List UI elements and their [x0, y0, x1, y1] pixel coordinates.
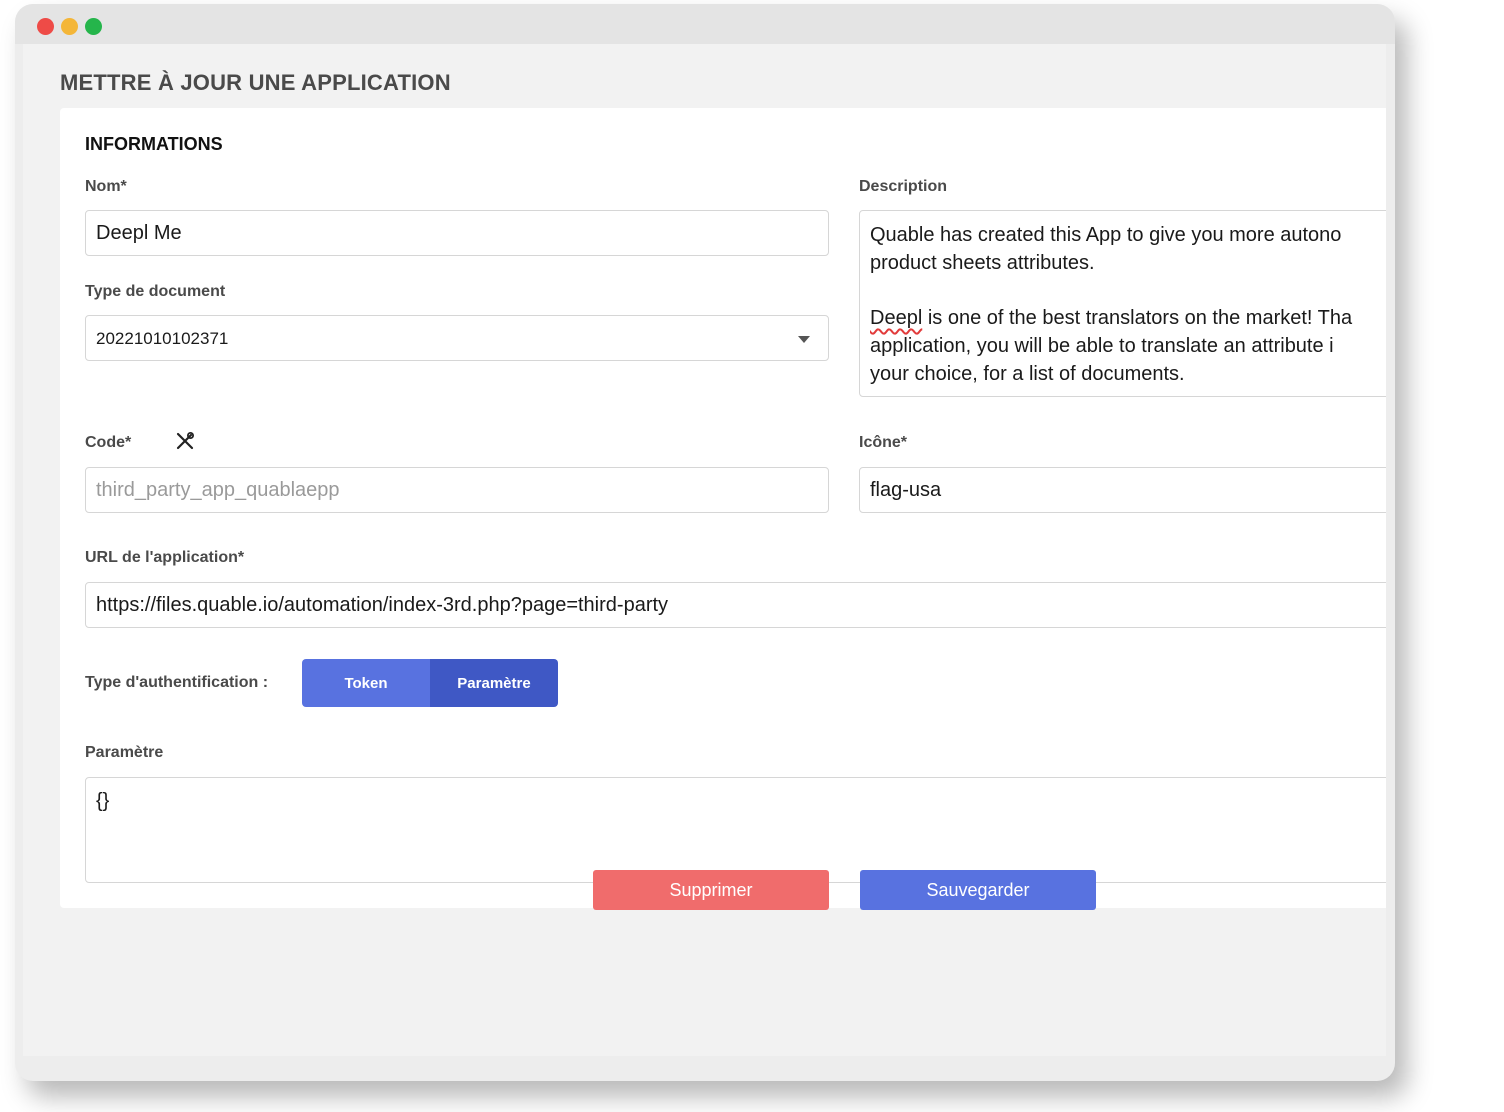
delete-button[interactable]: Supprimer [593, 870, 829, 910]
misspelled-word: Deepl [870, 307, 923, 329]
maximize-window-button[interactable] [85, 18, 102, 35]
minimize-window-button[interactable] [61, 18, 78, 35]
auth-type-label: Type d'authentification : [85, 674, 269, 691]
type-document-label: Type de document [85, 283, 226, 300]
parametre-textarea[interactable]: {} [85, 777, 1386, 883]
page-title: METTRE À JOUR UNE APPLICATION [60, 70, 451, 95]
tools-icon[interactable] [175, 431, 195, 451]
auth-option-parametre[interactable]: Paramètre [430, 659, 558, 707]
nom-label: Nom* [85, 178, 127, 195]
description-line: Quable has created this App to give you … [870, 224, 1342, 246]
description-line: application, you will be able to transla… [870, 335, 1334, 357]
icone-input[interactable]: flag-usa [859, 467, 1386, 513]
informations-card: INFORMATIONS Nom* Deepl Me Type de docum… [60, 108, 1386, 908]
url-label: URL de l'application* [85, 549, 245, 566]
description-line: is one of the best translators on the ma… [922, 307, 1353, 329]
description-line: your choice, for a list of documents. [870, 363, 1185, 385]
type-document-select[interactable]: 20221010102371 [85, 315, 829, 361]
type-document-value: 20221010102371 [96, 329, 229, 348]
code-input[interactable]: third_party_app_quablaepp [85, 467, 829, 513]
parametre-label: Paramètre [85, 744, 164, 761]
description-line: product sheets attributes. [870, 252, 1095, 274]
code-label: Code* [85, 434, 132, 451]
close-window-button[interactable] [37, 18, 54, 35]
auth-type-toggle: Token Paramètre [302, 659, 558, 707]
url-input[interactable]: https://files.quable.io/automation/index… [85, 582, 1386, 628]
save-button[interactable]: Sauvegarder [860, 870, 1096, 910]
section-title: INFORMATIONS [85, 134, 223, 154]
chevron-down-icon [798, 336, 810, 343]
app-window: METTRE À JOUR UNE APPLICATION INFORMATIO… [15, 4, 1395, 1081]
auth-option-token[interactable]: Token [302, 659, 430, 707]
main-content: METTRE À JOUR UNE APPLICATION INFORMATIO… [23, 44, 1386, 1056]
description-textarea[interactable]: Quable has created this App to give you … [859, 210, 1386, 397]
title-bar [15, 4, 1395, 44]
nom-input[interactable]: Deepl Me [85, 210, 829, 256]
icone-label: Icône* [859, 434, 908, 451]
code-field-label: Code* [85, 432, 194, 452]
description-label: Description [859, 178, 948, 195]
